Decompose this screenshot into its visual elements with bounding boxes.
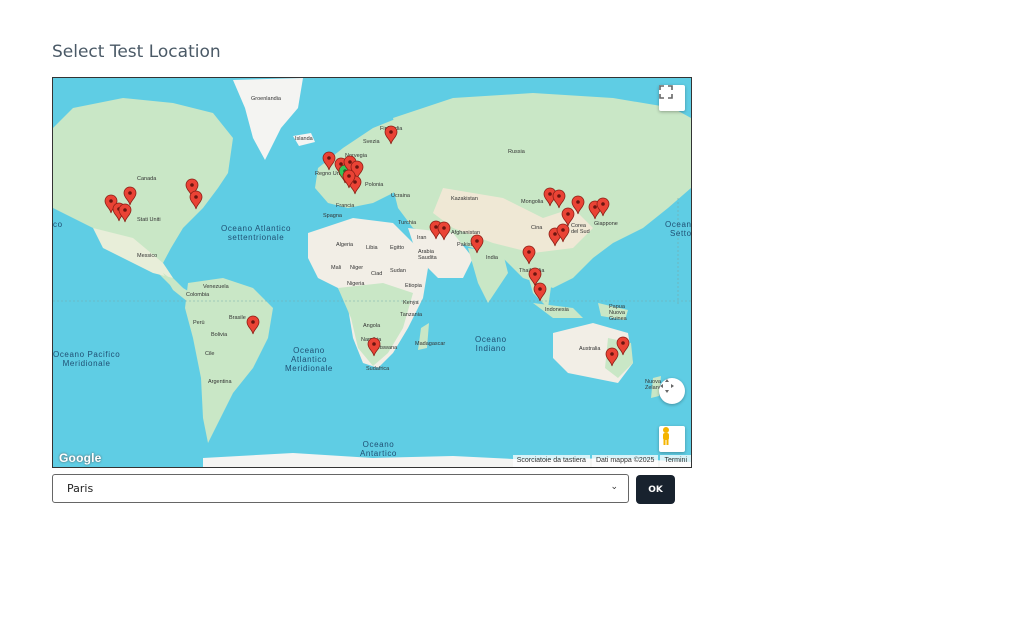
chevron-down-icon: ⌄ bbox=[610, 482, 618, 492]
map-pin-dot bbox=[442, 226, 446, 230]
map-pin-dot bbox=[557, 194, 561, 198]
map-pin-dot bbox=[128, 191, 132, 195]
map-attribution: Scorciatoie da tastiera Dati mappa ©2025… bbox=[511, 455, 691, 467]
map-pin-icon bbox=[123, 186, 137, 206]
map-pin-icon bbox=[522, 245, 536, 265]
map-pin-dot bbox=[190, 183, 194, 187]
keyboard-shortcuts-link[interactable]: Scorciatoie da tastiera bbox=[512, 455, 590, 467]
map-pin-dot bbox=[355, 165, 359, 169]
map-pin-icon bbox=[470, 234, 484, 254]
map-pin-dot bbox=[601, 202, 605, 206]
map-pin-icon bbox=[596, 197, 610, 217]
map-pin-dot bbox=[576, 200, 580, 204]
map-pin-dot bbox=[109, 199, 113, 203]
map-marker-shanghai[interactable] bbox=[561, 207, 575, 227]
terms-link[interactable]: Termini bbox=[660, 455, 691, 467]
street-view-button[interactable] bbox=[659, 426, 685, 452]
map-pin-dot bbox=[251, 320, 255, 324]
map-pin-dot bbox=[475, 239, 479, 243]
map-pin-dot bbox=[548, 192, 552, 196]
page-title: Select Test Location bbox=[52, 42, 221, 62]
map-pin-dot bbox=[327, 156, 331, 160]
map-marker-cape-town[interactable] bbox=[367, 337, 381, 357]
location-select[interactable]: Paris ⌄ bbox=[52, 474, 629, 503]
map-marker-tokyo[interactable] bbox=[596, 197, 610, 217]
map-pin-dot bbox=[348, 160, 352, 164]
map-pin-dot bbox=[533, 272, 537, 276]
map-data-text: Dati mappa ©2025 bbox=[591, 455, 659, 467]
map-pin-dot bbox=[610, 352, 614, 356]
map-marker-los-angeles[interactable] bbox=[123, 186, 137, 206]
map-pin-dot bbox=[353, 180, 357, 184]
map-pin-icon bbox=[384, 125, 398, 145]
map-pin-dot bbox=[372, 342, 376, 346]
google-logo: Google bbox=[59, 451, 102, 465]
pegman-icon bbox=[663, 427, 669, 445]
map-marker-singapore[interactable] bbox=[533, 282, 547, 302]
map-pin-dot bbox=[621, 341, 625, 345]
camera-control-button[interactable] bbox=[659, 378, 685, 404]
map-pin-dot bbox=[593, 205, 597, 209]
map-marker-tianjin[interactable] bbox=[552, 189, 566, 209]
ok-button[interactable]: OK bbox=[636, 475, 675, 504]
map-pin-icon bbox=[552, 189, 566, 209]
map-pin-icon bbox=[561, 207, 575, 227]
map-pin-dot bbox=[566, 212, 570, 216]
map-pin-dot bbox=[347, 174, 351, 178]
map-pin-icon bbox=[437, 221, 451, 241]
map-pin-dot bbox=[561, 228, 565, 232]
map-pin-icon bbox=[616, 336, 630, 356]
map-marker-mumbai[interactable] bbox=[470, 234, 484, 254]
world-map[interactable]: Oceano Atlantico settentrionale Oceano P… bbox=[52, 77, 692, 468]
fullscreen-button[interactable] bbox=[659, 85, 685, 111]
map-pin-dot bbox=[538, 287, 542, 291]
map-pin-icon bbox=[118, 203, 132, 223]
map-marker-sao-paulo[interactable] bbox=[246, 315, 260, 335]
map-pin-dot bbox=[553, 232, 557, 236]
map-pin-dot bbox=[527, 250, 531, 254]
map-pin-dot bbox=[389, 130, 393, 134]
map-pin-dot bbox=[434, 225, 438, 229]
camera-control-icon bbox=[660, 379, 674, 393]
google-logo-text: Google bbox=[59, 451, 102, 465]
map-marker-bangkok[interactable] bbox=[522, 245, 536, 265]
map-pin-icon bbox=[367, 337, 381, 357]
map-marker-bahrain[interactable] bbox=[437, 221, 451, 241]
map-marker-stockholm[interactable] bbox=[384, 125, 398, 145]
map-marker-denver[interactable] bbox=[118, 203, 132, 223]
map-pin-dot bbox=[123, 208, 127, 212]
map-pin-dot bbox=[194, 195, 198, 199]
map-pin-icon bbox=[605, 347, 619, 367]
map-pin-icon bbox=[189, 190, 203, 210]
location-select-value: Paris bbox=[67, 482, 94, 495]
map-pin-icon bbox=[322, 151, 336, 171]
fullscreen-icon bbox=[659, 85, 673, 99]
map-pin-icon bbox=[246, 315, 260, 335]
map-marker-melbourne[interactable] bbox=[605, 347, 619, 367]
markers-layer bbox=[104, 125, 630, 367]
map-pin-icon bbox=[533, 282, 547, 302]
map-marker-new-york[interactable] bbox=[189, 190, 203, 210]
map-marker-dublin[interactable] bbox=[322, 151, 336, 171]
map-marker-sydney[interactable] bbox=[616, 336, 630, 356]
